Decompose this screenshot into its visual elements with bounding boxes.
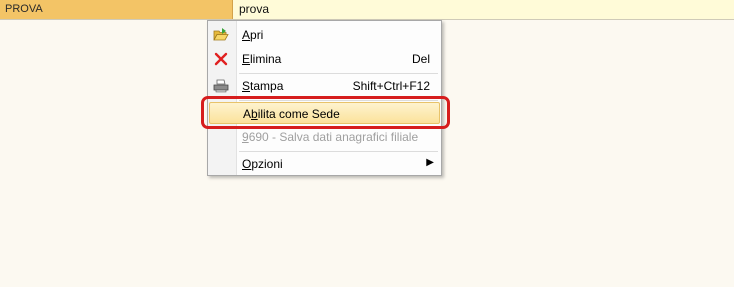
menu-label-prefix: A: [243, 107, 252, 121]
menu-item-stampa[interactable]: Stampa Shift+Ctrl+F12: [209, 75, 440, 97]
code-cell[interactable]: PROVA: [0, 0, 233, 19]
menu-separator: [239, 100, 438, 101]
delete-x-icon: [213, 51, 229, 67]
menu-separator: [239, 151, 438, 152]
shortcut-stampa: Shift+Ctrl+F12: [352, 79, 430, 93]
menu-item-abilita-come-sede[interactable]: Abilita come Sede: [209, 102, 440, 124]
menu-label-opzioni: pzioni: [251, 157, 283, 171]
description-cell[interactable]: prova: [233, 0, 734, 19]
menu-item-apri[interactable]: Apri: [209, 24, 440, 46]
folder-open-icon: [213, 27, 229, 43]
table-row[interactable]: PROVA prova: [0, 0, 734, 20]
menu-separator: [239, 73, 438, 74]
menu-label-abilita: ilita come Sede: [257, 107, 340, 121]
menu-label-stampa: tampa: [250, 79, 284, 93]
menu-item-elimina[interactable]: Elimina Del: [209, 48, 440, 70]
mnemonic: S: [242, 79, 251, 93]
menu-label-apri: pri: [250, 28, 264, 42]
shortcut-elimina: Del: [411, 52, 430, 66]
mnemonic: E: [242, 52, 251, 66]
printer-icon: [213, 78, 229, 94]
menu-label-elimina: limina: [250, 52, 282, 66]
menu-label-salva: 690 - Salva dati anagrafici filiale: [248, 130, 419, 144]
mnemonic: A: [242, 28, 251, 42]
mnemonic: O: [242, 157, 252, 171]
mnemonic: b: [251, 107, 258, 121]
menu-item-opzioni[interactable]: Opzioni ▶: [209, 153, 440, 175]
menu-item-salva-dati-filiale: 9690 - Salva dati anagrafici filiale: [209, 126, 440, 148]
page: PROVA prova Apri Elimina Del Stampa Shif…: [0, 0, 734, 287]
context-menu: Apri Elimina Del Stampa Shift+Ctrl+F12 A…: [207, 20, 442, 176]
submenu-arrow-icon: ▶: [426, 157, 434, 168]
mnemonic: 9: [242, 130, 249, 144]
